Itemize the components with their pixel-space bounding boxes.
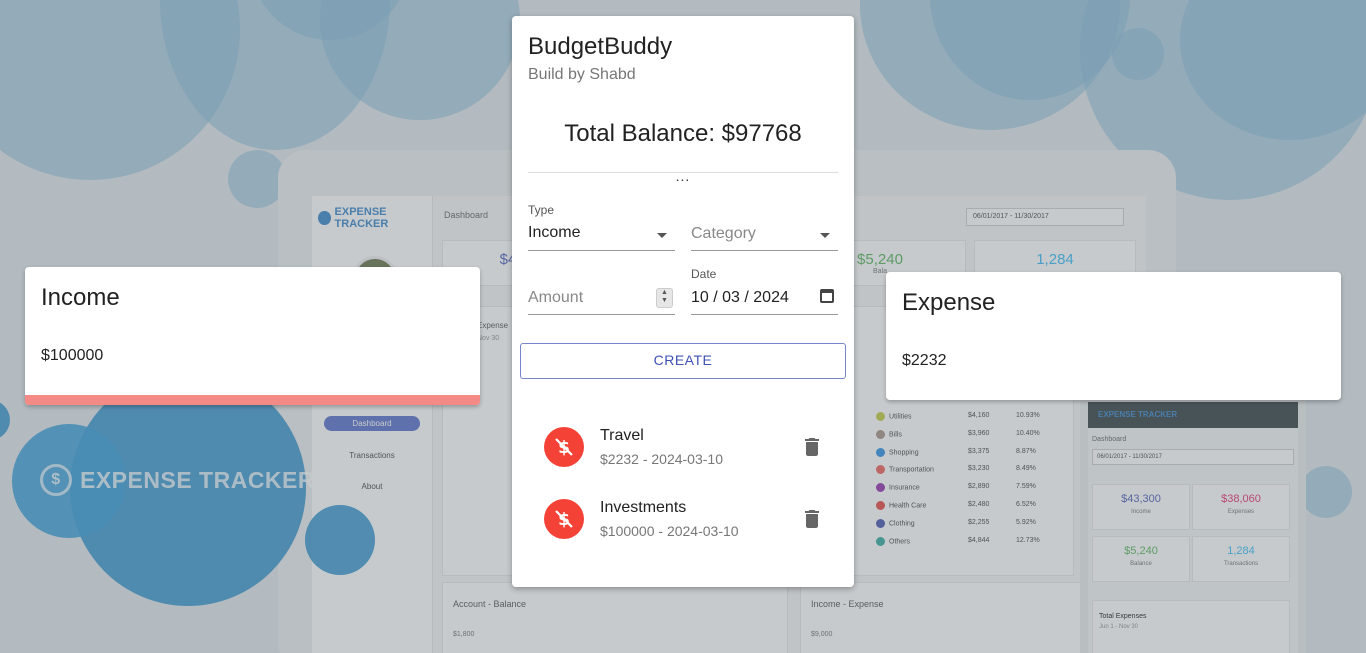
app-subtitle: Build by Shabd: [528, 66, 636, 83]
income-amount: $100000: [41, 347, 104, 364]
delete-icon[interactable]: [800, 435, 824, 459]
date-label: Date: [691, 267, 717, 281]
app-title: BudgetBuddy: [528, 33, 673, 60]
number-spinner-icon[interactable]: ▲ ▼: [656, 288, 673, 308]
category-select[interactable]: Category: [691, 203, 838, 251]
expense-card: Expense $2232: [886, 272, 1341, 400]
amount-placeholder: Amount: [528, 289, 584, 306]
date-input[interactable]: Date 10 / 03 / 2024: [691, 267, 838, 315]
delete-icon[interactable]: [800, 507, 824, 531]
create-button[interactable]: CREATE: [520, 343, 846, 379]
caret-down-icon: [820, 233, 830, 238]
budget-main-card: BudgetBuddy Build by Shabd Total Balance…: [512, 16, 854, 587]
type-value: Income: [528, 224, 581, 241]
type-select[interactable]: Type Income: [528, 203, 675, 251]
list-item: $ Investments $100000 - 2024-03-10: [544, 499, 824, 549]
total-balance: Total Balance: $97768: [564, 120, 802, 147]
expense-title: Expense: [902, 289, 996, 316]
calendar-icon[interactable]: [820, 289, 834, 303]
expense-amount: $2232: [902, 352, 947, 369]
money-off-icon: $: [544, 499, 584, 539]
transaction-meta: $100000 - 2024-03-10: [600, 523, 739, 539]
income-accent-bar: [25, 395, 480, 405]
category-placeholder: Category: [691, 225, 756, 242]
income-title: Income: [41, 284, 120, 311]
transaction-category: Investments: [600, 499, 687, 516]
amount-input[interactable]: Amount ▲ ▼: [528, 274, 675, 315]
income-card: Income $100000: [25, 267, 480, 405]
date-value: 10 / 03 / 2024: [691, 289, 789, 306]
transaction-category: Travel: [600, 427, 644, 444]
list-item: $ Travel $2232 - 2024-03-10: [544, 427, 824, 477]
caret-down-icon: [657, 233, 667, 238]
transaction-meta: $2232 - 2024-03-10: [600, 451, 723, 467]
type-label: Type: [528, 203, 555, 217]
more-indicator: ...: [675, 168, 691, 184]
money-off-icon: $: [544, 427, 584, 467]
